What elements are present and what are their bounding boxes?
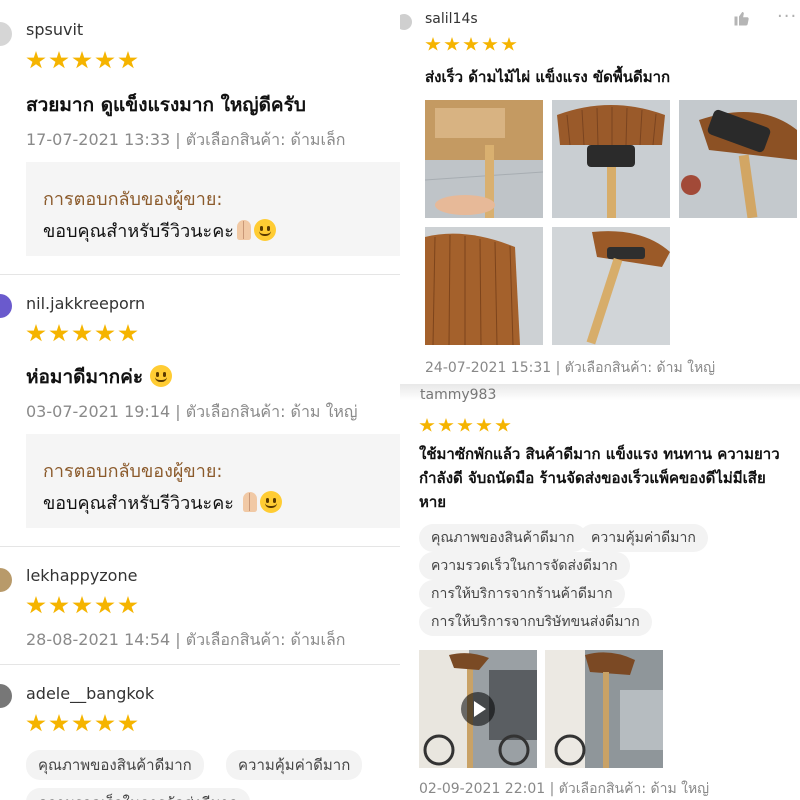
seller-reply: การตอบกลับของผู้ขาย: ขอบคุณสำหรับรีวิวนะ… bbox=[26, 162, 400, 256]
thumbs-up-icon[interactable] bbox=[733, 9, 751, 32]
review-username[interactable]: lekhappyzone bbox=[26, 566, 137, 585]
rating-stars bbox=[26, 596, 141, 619]
star-icon bbox=[95, 596, 115, 614]
rating-stars bbox=[419, 418, 514, 437]
avatar[interactable] bbox=[400, 14, 412, 30]
right-review-column: salil14s ··· ส่งเร็ว ด้ามไม้ไผ่ แข็งแรง … bbox=[400, 0, 800, 800]
review-comment: ห่อมาดีมากค่ะ bbox=[26, 362, 172, 392]
review-tag[interactable]: ความรวดเร็วในการจัดส่งดีมาก bbox=[419, 552, 630, 580]
grin-emoji-icon bbox=[149, 365, 172, 387]
review-username[interactable]: spsuvit bbox=[26, 20, 83, 39]
star-icon bbox=[72, 324, 92, 342]
divider bbox=[0, 546, 400, 547]
star-icon bbox=[476, 418, 492, 432]
star-icon bbox=[118, 51, 138, 69]
star-icon bbox=[72, 714, 92, 732]
more-options-icon[interactable]: ··· bbox=[777, 6, 797, 27]
review-comment-text: ห่อมาดีมากค่ะ bbox=[26, 366, 144, 388]
star-icon bbox=[501, 37, 517, 51]
star-icon bbox=[463, 37, 479, 51]
review-tag[interactable]: ความคุ้มค่าดีมาก bbox=[226, 750, 363, 780]
star-icon bbox=[26, 51, 46, 69]
star-icon bbox=[26, 324, 46, 342]
divider bbox=[0, 664, 400, 665]
seller-reply-title: การตอบกลับของผู้ขาย: bbox=[43, 189, 223, 210]
star-icon bbox=[118, 324, 138, 342]
star-icon bbox=[26, 714, 46, 732]
star-icon bbox=[72, 51, 92, 69]
rating-stars bbox=[425, 37, 520, 56]
divider bbox=[0, 274, 400, 275]
star-icon bbox=[419, 418, 435, 432]
star-icon bbox=[26, 596, 46, 614]
smile-emoji-icon bbox=[259, 491, 282, 513]
seller-reply-text: ขอบคุณสำหรับรีวิวนะคะ bbox=[43, 221, 234, 242]
review-photo[interactable] bbox=[552, 100, 670, 218]
star-icon bbox=[49, 324, 69, 342]
seller-reply-body: ขอบคุณสำหรับรีวิวนะคะ bbox=[43, 216, 276, 245]
star-icon bbox=[49, 51, 69, 69]
rating-stars bbox=[26, 51, 141, 74]
smile-emoji-icon bbox=[253, 219, 276, 241]
star-icon bbox=[425, 37, 441, 51]
star-icon bbox=[482, 37, 498, 51]
star-icon bbox=[438, 418, 454, 432]
review-comment-line: ใช้มาซักพักแล้ว สินค้าดีมาก แข็งแรง ทนทา… bbox=[419, 445, 780, 463]
star-icon bbox=[118, 714, 138, 732]
avatar[interactable] bbox=[0, 568, 12, 592]
review-meta: 03-07-2021 19:14 | ตัวเลือกสินค้า: ด้าม … bbox=[26, 402, 358, 421]
seller-reply: การตอบกลับของผู้ขาย: ขอบคุณสำหรับรีวิวนะ… bbox=[26, 434, 400, 528]
review-username[interactable]: adele__bangkok bbox=[26, 684, 154, 703]
star-icon bbox=[95, 51, 115, 69]
review-tag[interactable]: ความคุ้มค่าดีมาก bbox=[579, 524, 708, 552]
review-comment-line: หาย bbox=[419, 493, 447, 511]
review-tag[interactable]: การให้บริการจากบริษัทขนส่งดีมาก bbox=[419, 608, 652, 636]
review-meta: 28-08-2021 14:54 | ตัวเลือกสินค้า: ด้ามเ… bbox=[26, 630, 346, 649]
star-icon bbox=[444, 37, 460, 51]
review-username[interactable]: tammy983 bbox=[420, 387, 496, 403]
review-meta: 17-07-2021 13:33 | ตัวเลือกสินค้า: ด้ามเ… bbox=[26, 130, 346, 149]
star-icon bbox=[49, 596, 69, 614]
review-photo[interactable] bbox=[679, 100, 797, 218]
left-review-column: spsuvit สวยมาก ดูแข็งแรงมาก ใหญ่ดีครับ 1… bbox=[0, 0, 400, 800]
review-photo[interactable] bbox=[545, 650, 663, 768]
star-icon bbox=[49, 714, 69, 732]
review-tag[interactable]: ความรวดเร็วในการจัดส่งดีมาก bbox=[26, 788, 250, 800]
review-tag[interactable]: คุณภาพของสินค้าดีมาก bbox=[26, 750, 204, 780]
star-icon bbox=[95, 324, 115, 342]
review-meta: 02-09-2021 22:01 | ตัวเลือกสินค้า: ด้าม … bbox=[419, 781, 710, 797]
star-icon bbox=[495, 418, 511, 432]
review-username[interactable]: salil14s bbox=[425, 11, 478, 27]
review-tag[interactable]: การให้บริการจากร้านค้าดีมาก bbox=[419, 580, 625, 608]
review-tag[interactable]: คุณภาพของสินค้าดีมาก bbox=[419, 524, 587, 552]
review-meta: 24-07-2021 15:31 | ตัวเลือกสินค้า: ด้าม … bbox=[425, 360, 716, 376]
star-icon bbox=[95, 714, 115, 732]
praying-hands-icon bbox=[234, 219, 254, 241]
review-username[interactable]: nil.jakkreeporn bbox=[26, 294, 145, 313]
star-icon bbox=[457, 418, 473, 432]
review-photo[interactable] bbox=[425, 100, 543, 218]
star-icon bbox=[72, 596, 92, 614]
avatar[interactable] bbox=[0, 684, 12, 708]
review-comment-line: กำลังดี จับถนัดมือ ร้านจัดส่งของเร็วแพ็ค… bbox=[419, 469, 766, 487]
avatar[interactable] bbox=[0, 22, 12, 46]
rating-stars bbox=[26, 714, 141, 737]
review-comment: ส่งเร็ว ด้ามไม้ไผ่ แข็งแรง ขัดพื้นดีมาก bbox=[425, 68, 671, 86]
seller-reply-title: การตอบกลับของผู้ขาย: bbox=[43, 461, 223, 482]
avatar[interactable] bbox=[0, 294, 12, 318]
praying-hands-icon bbox=[240, 491, 260, 513]
seller-reply-body: ขอบคุณสำหรับรีวิวนะคะ bbox=[43, 488, 282, 517]
review-video[interactable] bbox=[419, 650, 537, 768]
play-icon[interactable] bbox=[461, 692, 495, 726]
seller-reply-text: ขอบคุณสำหรับรีวิวนะคะ bbox=[43, 493, 234, 514]
review-photo[interactable] bbox=[552, 227, 670, 345]
review-photo[interactable] bbox=[425, 227, 543, 345]
review-comment: ใช้มาซักพักแล้ว สินค้าดีมาก แข็งแรง ทนทา… bbox=[419, 442, 780, 514]
review-comment: สวยมาก ดูแข็งแรงมาก ใหญ่ดีครับ bbox=[26, 94, 306, 116]
rating-stars bbox=[26, 324, 141, 347]
star-icon bbox=[118, 596, 138, 614]
